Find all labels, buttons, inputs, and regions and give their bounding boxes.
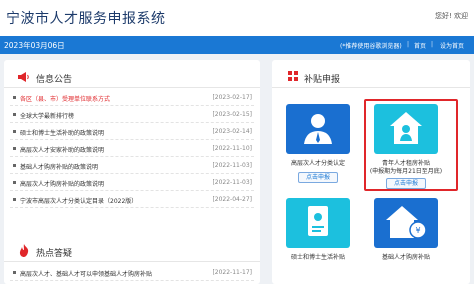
card-caption: 基础人才购房补贴 — [381, 254, 430, 261]
item-date: [2022-11-03] — [212, 162, 252, 169]
bullet-icon — [13, 113, 16, 116]
bullet-icon — [13, 271, 16, 274]
subsidy-header: 补贴申报 — [272, 64, 470, 88]
top-bar: 2023年03月06日 (*推荐使用谷歌浏览器) | 首页 | 设为首页 — [0, 36, 474, 54]
list-item[interactable]: 高层次人才购房补贴的政策说明 [2022-11-03] — [10, 175, 254, 191]
divider: | — [431, 41, 434, 48]
speaker-icon — [18, 72, 29, 82]
card-caption: 高层次人才分类认定 — [290, 160, 345, 167]
apply-button[interactable]: 点击申报 — [298, 172, 338, 183]
current-date: 2023年03月06日 — [4, 41, 65, 50]
announcements-header: 信息公告 — [4, 64, 260, 88]
bullet-icon — [13, 96, 16, 99]
divider: | — [407, 41, 410, 48]
card-caption: 硕士和博士生活补贴 — [290, 254, 345, 261]
hot-qa-title: 热点答疑 — [36, 249, 73, 259]
svg-text:¥: ¥ — [415, 226, 420, 235]
grid-icon — [288, 71, 298, 81]
person-icon — [304, 114, 332, 144]
hot-qa-header: 热点答疑 — [4, 238, 260, 262]
item-date: [2023-02-14] — [212, 128, 252, 135]
item-date: [2022-11-03] — [212, 179, 252, 186]
site-header: 宁波市人才服务申报系统 您好! 欢迎 — [0, 0, 474, 36]
item-date: [2022-04-27] — [212, 196, 252, 203]
item-title[interactable]: 各区（县、市）受理单位联系方式 — [20, 94, 196, 103]
item-title[interactable]: 硕士和博士生活补助的政策说明 — [20, 128, 196, 137]
card-tile[interactable]: ¥ — [374, 198, 438, 248]
list-item[interactable]: 高层次人才、基础人才可以申领基础人才购房补贴 [2022-11-17] — [10, 265, 254, 281]
bullet-icon — [13, 130, 16, 133]
list-item[interactable]: 全球大学最新排行榜 [2023-02-15] — [10, 107, 254, 123]
item-date: [2023-02-17] — [212, 94, 252, 101]
item-title[interactable]: 全球大学最新排行榜 — [20, 111, 196, 120]
list-item[interactable]: 硕士和博士生活补助的政策说明 [2023-02-14] — [10, 124, 254, 140]
list-item[interactable]: 高层次人才安家补助的政策说明 [2022-11-10] — [10, 141, 254, 157]
list-item[interactable]: 各区（县、市）受理单位联系方式 [2023-02-17] — [10, 90, 254, 106]
list-item[interactable]: 基础人才购房补贴的政策说明 [2022-11-03] — [10, 158, 254, 174]
site-title: 宁波市人才服务申报系统 — [6, 11, 166, 27]
item-date: [2023-02-15] — [212, 111, 252, 118]
card-tile[interactable] — [286, 104, 350, 154]
item-title[interactable]: 高层次人才购房补贴的政策说明 — [20, 179, 196, 188]
card-tile[interactable] — [286, 198, 350, 248]
home-link[interactable]: 首页 — [414, 41, 426, 50]
item-title[interactable]: 高层次人才安家补助的政策说明 — [20, 145, 196, 154]
browser-tip-link[interactable]: (*推荐使用谷歌浏览器) — [340, 41, 402, 50]
fire-icon — [19, 244, 29, 257]
item-title[interactable]: 基础人才购房补贴的政策说明 — [20, 162, 196, 171]
list-item[interactable]: 宁波市高层次人才分类认定目录（2022版） [2022-04-27] — [10, 192, 254, 208]
subsidy-title: 补贴申报 — [304, 75, 341, 85]
bullet-icon — [13, 181, 16, 184]
announcements-title: 信息公告 — [36, 75, 73, 85]
set-homepage-link[interactable]: 设为首页 — [440, 41, 464, 50]
left-panel: 信息公告 各区（县、市）受理单位联系方式 [2023-02-17] 全球大学最新… — [4, 60, 260, 284]
item-date: [2022-11-10] — [212, 145, 252, 152]
bullet-icon — [13, 164, 16, 167]
house-coin-icon: ¥ — [386, 206, 427, 239]
item-title[interactable]: 高层次人才、基础人才可以申领基础人才购房补贴 — [20, 269, 196, 278]
item-date: [2022-11-17] — [212, 269, 252, 276]
bullet-icon — [13, 198, 16, 201]
item-title[interactable]: 宁波市高层次人才分类认定目录（2022版） — [20, 196, 196, 205]
highlight-box — [364, 99, 458, 191]
greeting-text: 您好! 欢迎 — [434, 12, 468, 20]
bullet-icon — [13, 147, 16, 150]
certificate-icon — [308, 206, 328, 236]
